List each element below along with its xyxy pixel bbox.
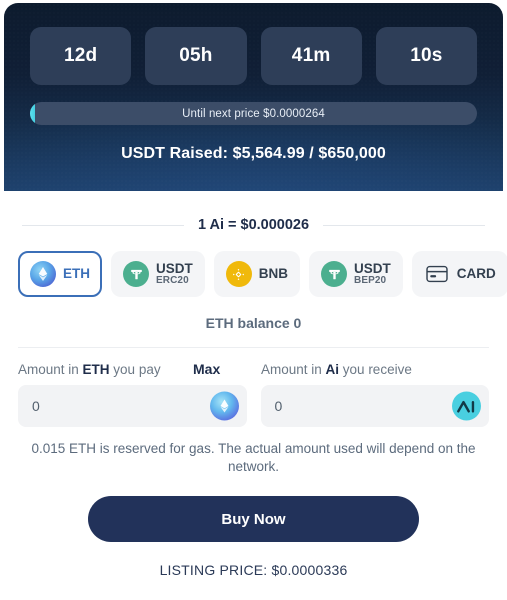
pay-amount-field[interactable]: 0 [18, 385, 247, 427]
payment-method-usdt-bep20[interactable]: USDT BEP20 [309, 251, 403, 297]
payment-method-bnb[interactable]: BNB [213, 251, 300, 297]
receive-label-prefix: Amount in [261, 362, 326, 377]
usdt-bep20-label-main: USDT [354, 260, 391, 276]
countdown-hours: 05h [145, 27, 247, 85]
token-rate-row: 1 Ai = $0.000026 [18, 217, 489, 233]
countdown-seconds: 10s [375, 27, 477, 85]
payment-method-card-label: CARD [456, 265, 496, 281]
payment-method-bnb-label: BNB [258, 265, 288, 281]
pay-label-suffix: you pay [109, 362, 161, 377]
payment-method-eth[interactable]: ETH [18, 251, 102, 297]
pay-amount-value: 0 [32, 398, 40, 414]
receive-label-suffix: you receive [339, 362, 412, 377]
ai-icon [452, 391, 481, 421]
eth-label-main: ETH [63, 265, 90, 281]
presale-widget: 12d 05h 41m 10s Until next price $0.0000… [0, 0, 507, 600]
usdt-erc20-label-sub: ERC20 [156, 274, 189, 286]
max-button[interactable]: Max [193, 361, 261, 377]
rate-rule-right [323, 224, 485, 226]
bnb-label-main: BNB [258, 265, 288, 281]
pay-label-token: ETH [82, 362, 110, 377]
countdown-days-value: 12d [63, 45, 98, 66]
presale-body: 1 Ai = $0.000026 ETH USDT ERC20 BNB USDT… [0, 191, 507, 600]
receive-amount-value: 0 [274, 398, 283, 414]
payment-method-usdt-erc20[interactable]: USDT ERC20 [111, 251, 205, 297]
countdown-days: 12d [30, 27, 132, 85]
token-rate-text: 1 Ai = $0.000026 [197, 217, 310, 233]
usdt-raised-text: USDT Raised: $5,564.99 / $650,000 [121, 145, 386, 162]
payment-method-usdt-erc20-label: USDT ERC20 [156, 260, 193, 287]
countdown-minutes: 41m [260, 27, 362, 85]
rate-rule-left [22, 224, 184, 226]
payment-method-selector: ETH USDT ERC20 BNB USDT BEP20 CARD [18, 251, 507, 297]
countdown-timer: 12d 05h 41m 10s [30, 27, 477, 85]
usdt-erc20-label-main: USDT [156, 260, 193, 276]
payment-method-usdt-bep20-label: USDT BEP20 [354, 260, 391, 287]
receive-label-token: Ai [325, 362, 340, 377]
countdown-seconds-value: 10s [410, 45, 443, 66]
payment-method-eth-label: ETH [63, 265, 90, 281]
presale-header-panel: 12d 05h 41m 10s Until next price $0.0000… [4, 3, 503, 191]
bnb-icon [225, 261, 252, 287]
wallet-balance-text: ETH balance 0 [205, 315, 302, 331]
usdt-bep20-label-sub: BEP20 [354, 274, 387, 286]
card-label-main: CARD [456, 265, 496, 281]
eth-icon [30, 261, 56, 287]
listing-price-text: LISTING PRICE: $0.0000336 [159, 562, 348, 579]
gas-reserve-note: 0.015 ETH is reserved for gas. The actua… [31, 441, 476, 475]
eth-icon [209, 391, 239, 421]
amount-labels-row: Amount in ETH you pay Max Amount in Ai y… [18, 361, 489, 377]
usdt-icon [123, 261, 149, 287]
receive-amount-label: Amount in Ai you receive [261, 362, 412, 377]
card-icon [424, 261, 450, 287]
payment-method-card[interactable]: CARD [411, 251, 507, 297]
countdown-hours-value: 05h [179, 45, 213, 66]
section-divider [18, 347, 489, 348]
amount-inputs-row: 0 0 [18, 385, 489, 427]
pay-amount-label: Amount in ETH you pay [18, 362, 193, 377]
usdt-icon [321, 261, 347, 287]
pay-label-prefix: Amount in [18, 362, 83, 377]
countdown-minutes-value: 41m [291, 45, 331, 66]
receive-amount-field[interactable]: 0 [260, 385, 489, 427]
buy-button-wrap: Buy Now [18, 496, 489, 543]
price-progress-fill [30, 102, 36, 125]
price-progress-bar: Until next price $0.0000264 [30, 102, 477, 125]
buy-now-button[interactable]: Buy Now [88, 496, 419, 543]
price-progress-label: Until next price $0.0000264 [182, 107, 325, 120]
